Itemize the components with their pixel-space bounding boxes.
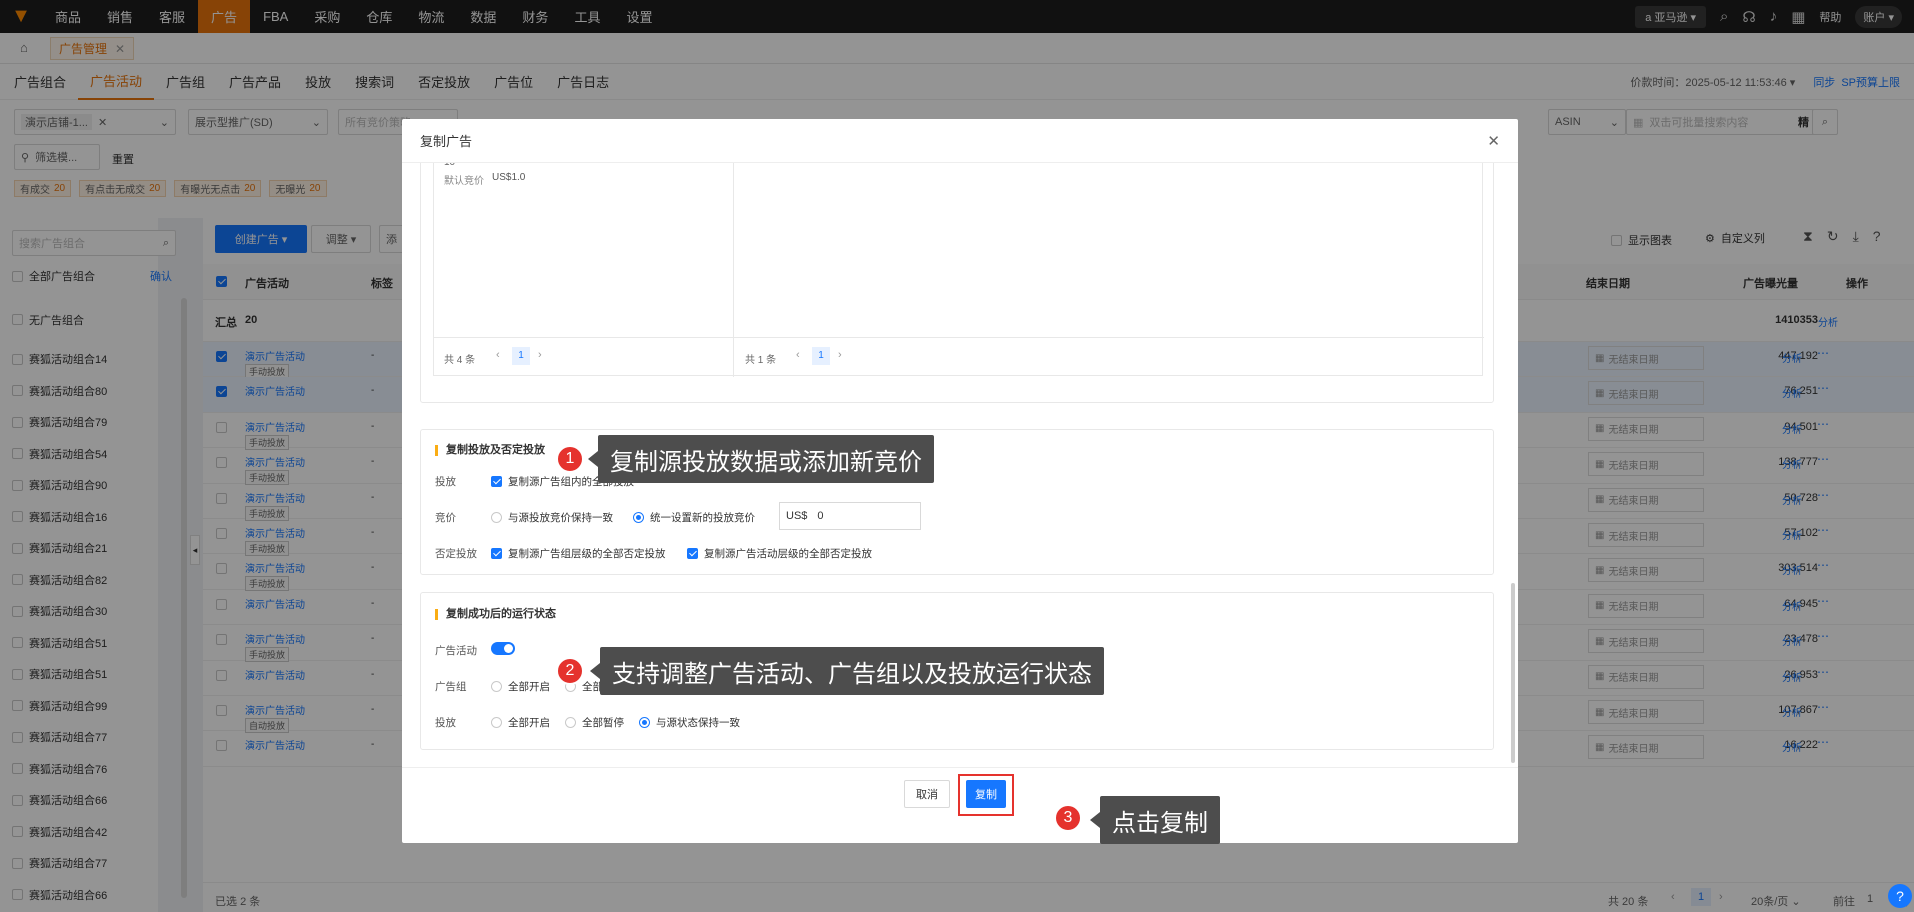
target-keep-label: 与源状态保持一致 [656, 717, 740, 729]
floating-help-icon[interactable]: ? [1888, 884, 1912, 908]
callout-number-2: 2 [556, 657, 584, 685]
copy-ad-dialog: 复制广告 ✕ 10 默认竞价 US$1.0 共 4 条 ‹ 1 › 共 1 条 … [402, 119, 1518, 843]
prev-page-icon[interactable]: ‹ [796, 349, 800, 361]
copy-campaign-negatives-checkbox[interactable] [687, 548, 698, 559]
callout-number-1: 1 [556, 445, 584, 473]
copy-campaign-negatives-label: 复制源广告活动层级的全部否定投放 [704, 548, 872, 560]
bid-unified-option[interactable]: 统一设置新的投放竞价 [633, 510, 755, 525]
copy-targeting-title: 复制投放及否定投放 [435, 445, 545, 456]
target-keep-radio[interactable] [639, 717, 650, 728]
ad-group-status-label: 广告组 [435, 681, 467, 693]
targeting-status-label: 投放 [435, 717, 456, 729]
copy-campaign-negatives-option[interactable]: 复制源广告活动层级的全部否定投放 [687, 546, 872, 561]
next-page-icon[interactable]: › [838, 349, 842, 361]
group-enable-all-radio[interactable] [491, 681, 502, 692]
prev-page-icon[interactable]: ‹ [496, 349, 500, 361]
bid-label: 竞价 [435, 512, 456, 524]
copy-group-negatives-option[interactable]: 复制源广告组层级的全部否定投放 [491, 546, 666, 561]
bid-unified-label: 统一设置新的投放竞价 [650, 512, 755, 524]
copy-button[interactable]: 复制 [966, 780, 1006, 808]
next-page-icon[interactable]: › [538, 349, 542, 361]
bid-keep-option[interactable]: 与源投放竞价保持一致 [491, 510, 613, 525]
source-selection-card: 10 默认竞价 US$1.0 共 4 条 ‹ 1 › 共 1 条 ‹ 1 › [420, 163, 1494, 403]
dialog-header: 复制广告 ✕ [402, 119, 1518, 163]
callout-3: 点击复制 [1090, 796, 1220, 844]
bid-currency: US$ [786, 510, 808, 522]
cancel-button[interactable]: 取消 [904, 780, 950, 808]
dialog-title: 复制广告 [420, 134, 473, 149]
copy-group-negatives-label: 复制源广告组层级的全部否定投放 [508, 548, 666, 560]
default-bid-value: US$1.0 [492, 172, 526, 183]
bid-keep-radio[interactable] [491, 512, 502, 523]
bid-input-value: 0 [817, 510, 824, 522]
negative-targeting-label: 否定投放 [435, 548, 477, 560]
target-keep-option[interactable]: 与源状态保持一致 [639, 715, 740, 730]
copy-group-negatives-checkbox[interactable] [491, 548, 502, 559]
bid-input[interactable]: US$ 0 [779, 502, 921, 530]
campaign-status-toggle[interactable] [491, 642, 515, 655]
left-table-page[interactable]: 1 [512, 347, 530, 365]
target-pause-all-option[interactable]: 全部暂停 [565, 715, 624, 730]
target-enable-all-radio[interactable] [491, 717, 502, 728]
callout-number-3: 3 [1054, 804, 1082, 832]
selection-tables: 10 默认竞价 US$1.0 共 4 条 ‹ 1 › 共 1 条 ‹ 1 › [433, 163, 1484, 377]
target-enable-all-option[interactable]: 全部开启 [491, 715, 550, 730]
default-bid-label: 默认竞价 [444, 176, 484, 187]
dialog-scrollbar[interactable] [1511, 583, 1515, 763]
target-pause-all-radio[interactable] [565, 717, 576, 728]
callout-1: 复制源投放数据或添加新竞价 [588, 435, 934, 483]
callout-2: 支持调整广告活动、广告组以及投放运行状态 [590, 647, 1104, 695]
campaign-status-label: 广告活动 [435, 645, 477, 657]
copy-all-targeting-checkbox[interactable] [491, 476, 502, 487]
bid-unified-radio[interactable] [633, 512, 644, 523]
group-enable-all-label: 全部开启 [508, 681, 550, 693]
right-table-total: 共 1 条 [745, 355, 777, 366]
right-table-page[interactable]: 1 [812, 347, 830, 365]
left-table-total: 共 4 条 [444, 355, 476, 366]
bid-keep-label: 与源投放竞价保持一致 [508, 512, 613, 524]
target-enable-all-label: 全部开启 [508, 717, 550, 729]
targeting-label: 投放 [435, 476, 456, 488]
left-table: 10 默认竞价 US$1.0 共 4 条 ‹ 1 › [434, 163, 734, 377]
close-icon[interactable]: ✕ [1487, 132, 1500, 150]
run-status-title: 复制成功后的运行状态 [435, 609, 556, 620]
group-enable-all-option[interactable]: 全部开启 [491, 679, 550, 694]
dialog-footer: 取消 复制 [402, 767, 1518, 843]
target-pause-all-label: 全部暂停 [582, 717, 624, 729]
